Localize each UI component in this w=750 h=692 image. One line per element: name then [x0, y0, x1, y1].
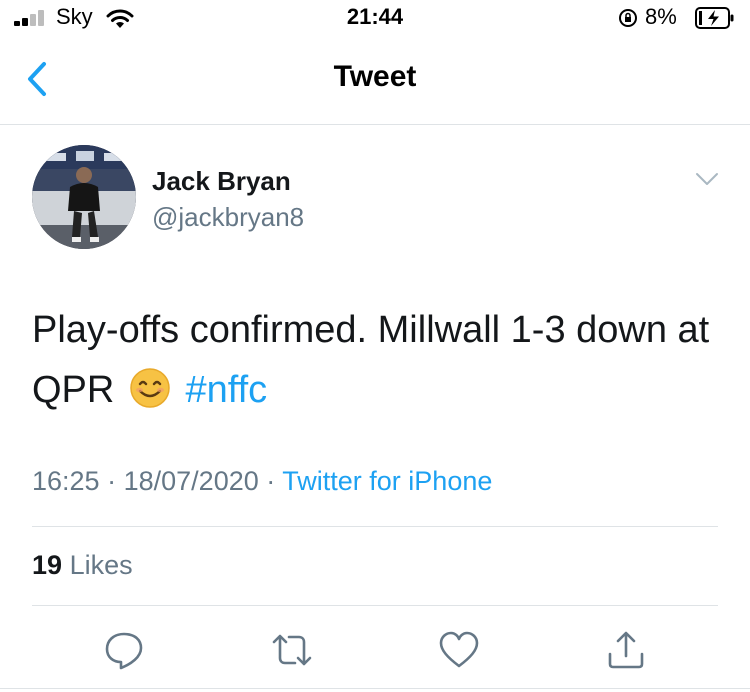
like-icon [439, 631, 479, 668]
nav-bar: Tweet [0, 48, 750, 110]
tweet-time: 16:25 [32, 466, 100, 496]
tweet-meta: 16:25 · 18/07/2020 · Twitter for iPhone [32, 466, 492, 497]
chevron-down-icon[interactable] [694, 170, 720, 188]
like-button[interactable] [437, 628, 481, 672]
divider [32, 605, 718, 606]
meta-separator: · [266, 466, 276, 496]
share-icon [608, 631, 644, 669]
tweet-text: Play-offs confirmed. Millwall 1-3 down a… [32, 300, 722, 420]
reply-button[interactable] [102, 628, 146, 672]
battery-charging-icon [695, 7, 734, 29]
smiling-face-icon [130, 368, 170, 408]
avatar[interactable] [32, 145, 136, 249]
likes-link[interactable]: 19 Likes [32, 550, 133, 581]
likes-count: 19 [32, 550, 63, 580]
divider [0, 688, 750, 689]
tweet-date: 18/07/2020 [123, 466, 259, 496]
retweet-icon [272, 634, 312, 666]
retweet-button[interactable] [270, 628, 314, 672]
likes-label: Likes [69, 550, 133, 580]
divider [0, 124, 750, 125]
battery-percent: 8% [645, 4, 677, 29]
hashtag-link[interactable]: #nffc [185, 369, 267, 411]
status-bar: Sky 21:44 8% [0, 0, 750, 34]
share-button[interactable] [604, 628, 648, 672]
orientation-lock-icon [619, 9, 637, 27]
reply-icon [105, 632, 143, 670]
divider [32, 526, 718, 527]
meta-separator: · [107, 466, 117, 496]
tweet-source-link[interactable]: Twitter for iPhone [282, 466, 492, 496]
author-name[interactable]: Jack Bryan [152, 166, 291, 197]
page-title: Tweet [333, 60, 417, 93]
author-handle[interactable]: @jackbryan8 [152, 202, 304, 233]
